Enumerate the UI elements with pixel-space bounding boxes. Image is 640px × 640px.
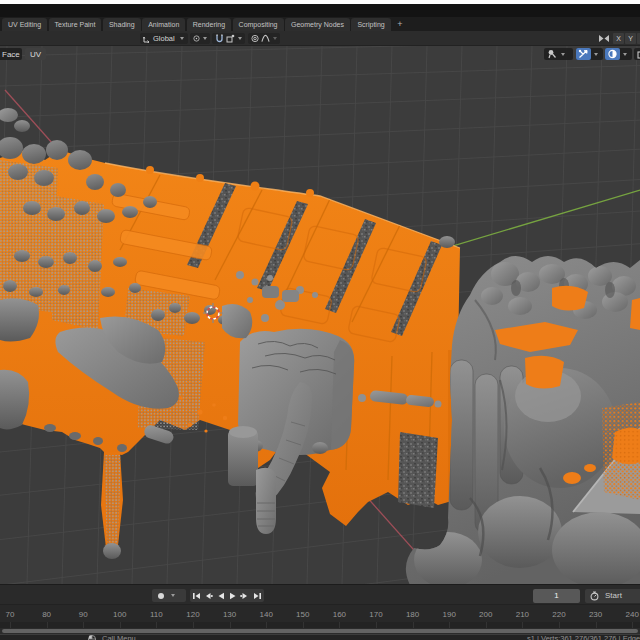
ruler-frame-label: 160 xyxy=(333,610,346,619)
jump-to-end-icon[interactable] xyxy=(253,592,262,600)
ruler-frame-label: 170 xyxy=(369,610,382,619)
ruler-frame-label: 210 xyxy=(516,610,529,619)
current-frame-value: 1 xyxy=(554,591,558,600)
play-icon[interactable] xyxy=(229,592,237,600)
tab-compositing[interactable]: Compositing xyxy=(233,18,284,31)
viewport-3d[interactable] xyxy=(0,46,640,584)
tab-texture-paint[interactable]: Texture Paint xyxy=(49,18,102,31)
tool-dropdown[interactable] xyxy=(544,48,573,60)
ruler-frame-label: 150 xyxy=(296,610,309,619)
chevron-down-icon xyxy=(238,37,242,40)
snap-magnet-icon xyxy=(215,34,224,43)
xray-icon xyxy=(637,49,640,59)
orientation-label: Global xyxy=(151,34,177,43)
ruler-frame-label: 190 xyxy=(443,610,456,619)
status-bar: Call Menu s1 | Verts:361,276/361,276 | E… xyxy=(0,635,640,640)
snapping-controls[interactable] xyxy=(212,33,245,44)
pivot-point-dropdown[interactable] xyxy=(190,33,210,44)
workspace-tabs: UV Editing Texture Paint Shading Animati… xyxy=(0,17,640,31)
current-frame-field[interactable]: 1 xyxy=(533,589,580,603)
pivot-point-icon xyxy=(193,34,200,43)
timeline-scrollbar[interactable] xyxy=(2,629,638,633)
chevron-down-icon xyxy=(203,37,207,40)
ruler-frame-label: 90 xyxy=(79,610,88,619)
timeline-ruler[interactable]: 70 80 90 100 110 120 130 140 150 160 170 180 190 200 2… xyxy=(0,604,640,622)
tab-shading[interactable]: Shading xyxy=(103,18,141,31)
stopwatch-icon xyxy=(590,591,599,601)
play-reverse-icon[interactable] xyxy=(217,592,225,600)
ruler-frame-label: 140 xyxy=(260,610,273,619)
scene-stats: s1 | Verts:361,276/361,276 | Edges xyxy=(527,635,640,640)
chevron-down-icon xyxy=(623,53,627,56)
ruler-frame-label: 120 xyxy=(186,610,199,619)
chevron-down-icon xyxy=(273,37,277,40)
chevron-down-icon xyxy=(171,594,175,597)
transform-orientation-dropdown[interactable]: Global xyxy=(140,33,188,44)
next-keyframe-icon[interactable] xyxy=(240,592,249,600)
chevron-down-icon xyxy=(594,53,598,56)
ruler-frame-label: 230 xyxy=(589,610,602,619)
annotate-tool-icon xyxy=(547,49,558,59)
face-menu-label: Face xyxy=(2,50,20,59)
gizmo-toggle[interactable] xyxy=(576,48,603,60)
mirror-x-toggle[interactable]: X xyxy=(613,33,624,44)
proportional-editing-icon xyxy=(251,34,259,43)
timeline-header: 1 Start 1 xyxy=(0,584,640,604)
prev-keyframe-icon[interactable] xyxy=(204,592,213,600)
status-hint: Call Menu xyxy=(102,635,136,640)
menu-uv[interactable]: UV xyxy=(25,48,46,60)
viewport-tool-header: Global xyxy=(0,31,640,46)
xray-toggle[interactable] xyxy=(634,48,640,60)
tab-uv-editing[interactable]: UV Editing xyxy=(2,18,47,31)
tab-scripting[interactable]: Scripting xyxy=(351,18,390,31)
chevron-down-icon xyxy=(180,37,184,40)
tab-animation[interactable]: Animation xyxy=(142,18,185,31)
playback-controls xyxy=(190,589,264,602)
mirror-butterfly-icon xyxy=(598,34,610,43)
add-workspace-button[interactable]: + xyxy=(392,18,407,31)
ruler-frame-label: 100 xyxy=(113,610,126,619)
overlays-toggle[interactable] xyxy=(605,48,632,60)
menu-face[interactable]: Face xyxy=(0,48,22,60)
topbar xyxy=(0,4,640,17)
mirror-y-toggle[interactable]: Y xyxy=(625,33,636,44)
gizmo-icon xyxy=(578,49,589,59)
ruler-frame-label: 70 xyxy=(6,610,15,619)
ruler-frame-label: 200 xyxy=(479,610,492,619)
start-label: Start xyxy=(605,591,622,600)
tab-geometry-nodes[interactable]: Geometry Nodes xyxy=(285,18,350,31)
blender-window: UV Editing Texture Paint Shading Animati… xyxy=(0,0,640,640)
autokey-button[interactable] xyxy=(152,589,186,602)
jump-to-start-icon[interactable] xyxy=(192,592,201,600)
ruler-frame-label: 130 xyxy=(223,610,236,619)
ruler-frame-label: 220 xyxy=(552,610,565,619)
mouse-icon xyxy=(88,635,96,640)
ruler-frame-label: 110 xyxy=(150,610,163,619)
ruler-frame-label: 80 xyxy=(42,610,51,619)
ruler-frame-label: 240 xyxy=(626,610,639,619)
frame-start-field[interactable]: Start 1 xyxy=(585,589,640,603)
snap-target-icon xyxy=(226,34,235,43)
proportional-editing-controls[interactable] xyxy=(248,33,280,44)
record-dot-icon xyxy=(157,592,165,600)
chevron-down-icon xyxy=(561,53,565,56)
tab-rendering[interactable]: Rendering xyxy=(187,18,231,31)
overlays-icon xyxy=(607,49,618,59)
ruler-frame-label: 180 xyxy=(406,610,419,619)
timeline-scroll-zone xyxy=(0,628,640,634)
transform-orientation-icon xyxy=(143,35,151,43)
falloff-curve-icon xyxy=(261,34,270,43)
uv-menu-label: UV xyxy=(30,50,41,59)
